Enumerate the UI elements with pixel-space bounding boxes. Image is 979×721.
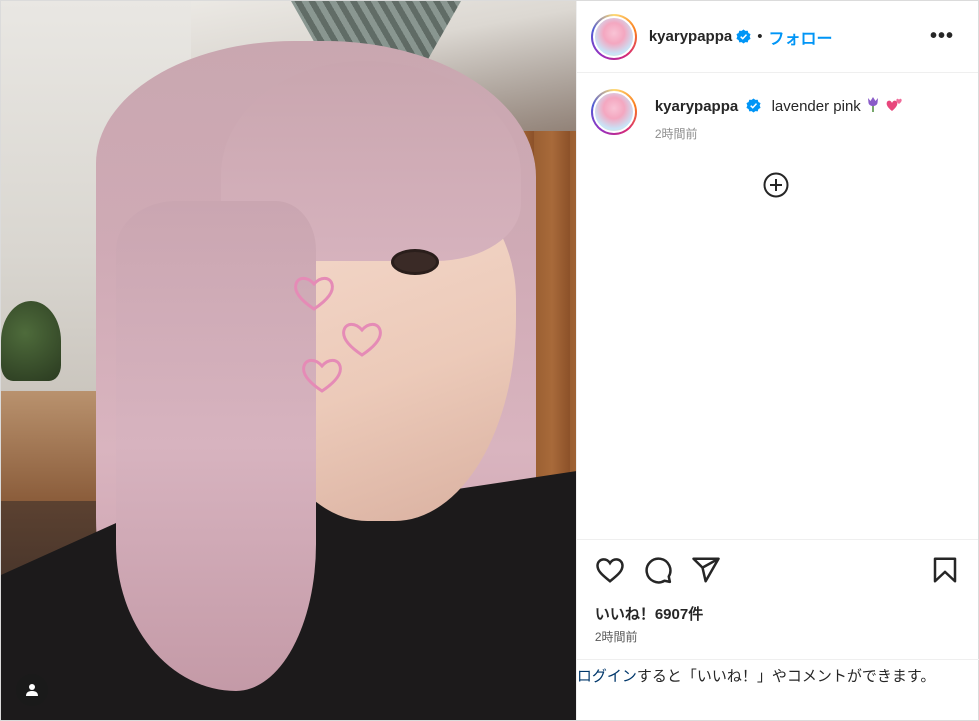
caption-text: lavender pink <box>771 98 861 115</box>
caption-username[interactable]: kyarypappa <box>655 98 738 115</box>
tulip-emoji <box>867 97 878 112</box>
heart-sticker <box>302 358 342 393</box>
instagram-post: kyarypappa • フォロー ••• kyarypappa lavende… <box>0 0 979 721</box>
post-photo[interactable] <box>1 1 576 720</box>
verified-badge-icon <box>736 29 751 44</box>
verified-badge-icon <box>746 98 761 113</box>
username-link[interactable]: kyarypappa <box>649 28 732 45</box>
post-timestamp: 2時間前 <box>594 630 638 644</box>
two-hearts-emoji <box>886 98 902 111</box>
heart-sticker <box>294 276 334 311</box>
save-bookmark-icon[interactable] <box>930 555 960 585</box>
caption-area: kyarypappa lavender pink 2時間前 <box>577 73 978 539</box>
follow-button[interactable]: フォロー <box>768 25 832 49</box>
user-tag-icon <box>26 684 38 696</box>
post-side-panel: kyarypappa • フォロー ••• kyarypappa lavende… <box>575 1 979 720</box>
heart-sticker <box>342 322 382 357</box>
login-link[interactable]: ログイン <box>577 668 637 685</box>
login-prompt-text: すると「いいね！」やコメントができます。 <box>636 668 936 685</box>
avatar[interactable] <box>590 13 637 60</box>
action-bar <box>576 539 978 599</box>
login-prompt: ログインすると「いいね！」やコメントができます。 <box>576 659 979 720</box>
avatar[interactable] <box>590 89 637 135</box>
post-header: kyarypappa • フォロー ••• <box>576 1 978 73</box>
likes-count[interactable]: いいね！6907件 <box>577 599 978 624</box>
caption-timestamp: 2時間前 <box>654 127 698 141</box>
load-more-comments-icon[interactable] <box>762 171 790 199</box>
like-heart-icon[interactable] <box>595 555 625 585</box>
more-options-icon[interactable]: ••• <box>930 25 954 48</box>
comment-icon[interactable] <box>643 555 673 585</box>
share-icon[interactable] <box>691 555 721 585</box>
separator-dot: • <box>757 28 763 45</box>
user-tag-button[interactable] <box>16 674 48 706</box>
